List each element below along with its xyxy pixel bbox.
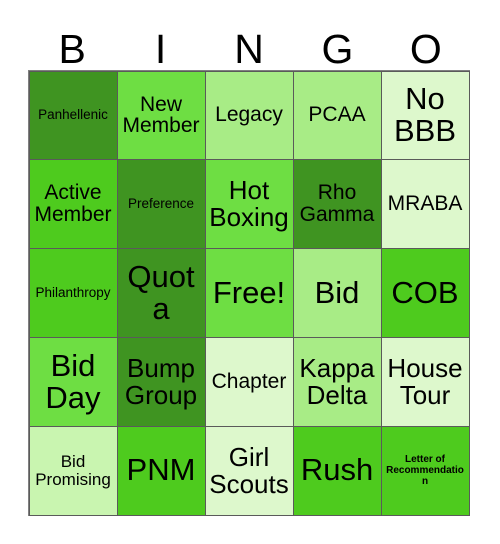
bingo-cell-r5c1[interactable]: Bid Promising — [28, 425, 118, 516]
bingo-header-letter-b: B — [58, 26, 86, 72]
bingo-cell-label: No BBB — [393, 81, 457, 149]
bingo-cell-label: Preference — [127, 196, 195, 212]
bingo-cell-label: MRABA — [387, 192, 463, 216]
bingo-cell-r3c5[interactable]: COB — [380, 248, 470, 338]
bingo-cell-label: Free! — [212, 274, 286, 310]
bingo-cell-r1c5[interactable]: No BBB — [380, 70, 470, 161]
bingo-cell-r2c1[interactable]: Active Member — [28, 159, 118, 250]
bingo-cell-label: House Tour — [387, 352, 463, 410]
bingo-cell-r3c2[interactable]: Quota — [116, 248, 206, 338]
bingo-cell-label: Letter of Recommendation — [386, 453, 464, 488]
bingo-cell-label: Kappa Delta — [299, 352, 375, 410]
bingo-header-letter-g: G — [321, 26, 354, 72]
bingo-cell-label: Rho Gamma — [299, 181, 375, 227]
bingo-cell-r5c3[interactable]: Girl Scouts — [204, 425, 294, 516]
bingo-cell-free-space[interactable]: Free! — [204, 248, 294, 338]
bingo-cell-label: PCAA — [308, 103, 366, 127]
bingo-cell-label: Girl Scouts — [209, 441, 289, 499]
bingo-header-letter-i: I — [154, 26, 167, 72]
bingo-cell-r1c2[interactable]: New Member — [116, 70, 206, 161]
bingo-cell-r2c4[interactable]: Rho Gamma — [292, 159, 382, 250]
bingo-cell-r2c2[interactable]: Preference — [116, 159, 206, 250]
bingo-cell-r3c1[interactable]: Philanthropy — [28, 248, 118, 338]
bingo-cell-r2c5[interactable]: MRABA — [380, 159, 470, 250]
bingo-cell-r4c4[interactable]: Kappa Delta — [292, 336, 382, 427]
bingo-cell-r1c4[interactable]: PCAA — [292, 70, 382, 161]
bingo-cell-r3c4[interactable]: Bid — [292, 248, 382, 338]
bingo-cell-r4c1[interactable]: Bid Day — [28, 336, 118, 427]
bingo-cell-label: Bid Day — [45, 347, 101, 415]
bingo-cell-label: Bid Promising — [35, 451, 111, 489]
bingo-cell-label: Legacy — [215, 103, 283, 127]
bingo-cell-label: COB — [391, 274, 459, 310]
bingo-grid: Panhellenic New Member Legacy PCAA No BBB Act… — [28, 70, 470, 516]
bingo-cell-label: Active Member — [34, 181, 112, 227]
bingo-cell-label: Chapter — [211, 369, 287, 393]
bingo-header: BINGO — [28, 14, 470, 70]
bingo-cell-r5c5[interactable]: Letter of Recommendation — [380, 425, 470, 516]
bingo-cell-r1c1[interactable]: Panhellenic — [28, 70, 118, 161]
bingo-cell-r4c5[interactable]: House Tour — [380, 336, 470, 427]
bingo-cell-r4c3[interactable]: Chapter — [204, 336, 294, 427]
bingo-cell-label: Bump Group — [124, 352, 198, 410]
bingo-cell-label: Hot Boxing — [209, 175, 289, 233]
bingo-cell-label: Quota — [127, 258, 195, 326]
bingo-cell-label: New Member — [122, 92, 200, 138]
bingo-cell-r2c3[interactable]: Hot Boxing — [204, 159, 294, 250]
bingo-card: B I N G O Panhellenic New Member Legacy PCAA No … — [0, 0, 500, 544]
bingo-cell-label: PNM — [126, 452, 196, 488]
bingo-cell-label: Rush — [300, 452, 374, 488]
bingo-cell-label: Bid — [314, 274, 360, 310]
bingo-cell-r5c4[interactable]: Rush — [292, 425, 382, 516]
bingo-header-letter-n: N — [234, 26, 264, 72]
bingo-cell-label: Philanthropy — [35, 284, 111, 300]
bingo-header-letter-o: O — [409, 26, 442, 72]
bingo-cell-r4c2[interactable]: Bump Group — [116, 336, 206, 427]
bingo-cell-r1c3[interactable]: Legacy — [204, 70, 294, 161]
bingo-cell-r5c2[interactable]: PNM — [116, 425, 206, 516]
bingo-cell-label: Panhellenic — [38, 107, 108, 123]
